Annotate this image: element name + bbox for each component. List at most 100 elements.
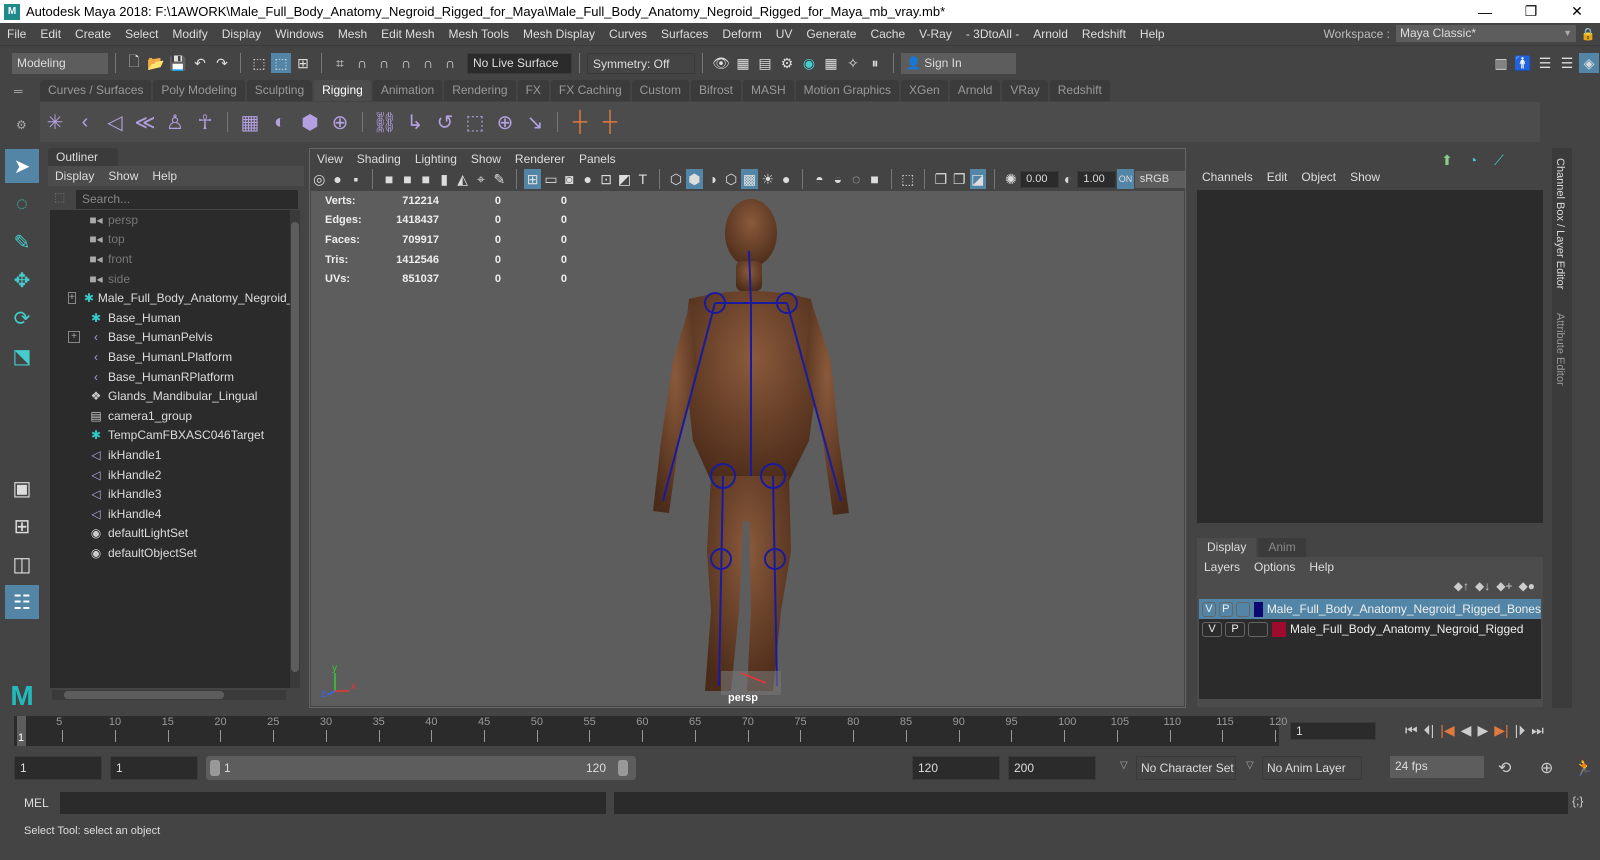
menu-arnold[interactable]: Arnold [1026,27,1075,41]
viewport-menu-panels[interactable]: Panels [572,152,623,166]
range-end-handle[interactable] [618,760,628,776]
display-type-toggle[interactable] [1248,621,1268,637]
play-backwards-icon[interactable]: ◀ [1461,722,1472,739]
hypershade-icon[interactable]: ◉ [799,53,819,73]
shelf-tab-rendering[interactable]: Rendering [444,80,516,101]
shelf-tab-poly-modeling[interactable]: Poly Modeling [153,80,245,101]
visibility-toggle[interactable]: V [1202,621,1222,637]
anti-aliasing-icon[interactable]: ◌ [848,169,864,189]
channel-menu-object[interactable]: Object [1294,170,1343,184]
render-setup-icon[interactable]: ▦ [821,53,841,73]
redo-icon[interactable]: ↷ [212,53,232,73]
outliner-item[interactable]: ❖ Glands_Mandibular_Lingual [50,386,290,406]
outliner-item[interactable]: ‹ Base_HumanLPlatform [50,347,290,367]
move-tool-icon[interactable]: ✥ [5,263,39,297]
go-to-start-icon[interactable]: ⏮ [1405,722,1418,739]
outliner-item[interactable]: ▤ camera1_group [50,406,290,426]
select-camera-icon[interactable]: ◎ [311,169,327,189]
ik-spline-icon[interactable]: ≪ [130,106,160,138]
playback-start-field[interactable]: 1 [110,756,198,780]
color-management-toggle-icon[interactable]: ON [1117,169,1134,189]
depth-of-field-icon[interactable]: ■ [866,169,882,189]
channel-box-area[interactable] [1197,190,1543,523]
viewport-menu-renderer[interactable]: Renderer [508,152,572,166]
channel-menu-channels[interactable]: Channels [1195,170,1260,184]
modeling-toolkit-icon[interactable]: ▥ [1491,53,1511,73]
step-forward-key-icon[interactable]: ▶| [1494,722,1508,739]
outliner-vertical-scrollbar[interactable] [290,210,300,688]
time-slider-bar[interactable]: 1 5 10 15 20 25 30 35 40 45 50 55 60 65 70 75 80 85 90 95 1… [14,716,1287,746]
menu-select[interactable]: Select [118,27,165,41]
snap-magnet-icon[interactable]: ∩ [440,53,460,73]
create-joints-icon[interactable]: ✳ [40,106,70,138]
shelf-tab-sculpting[interactable]: Sculpting [246,80,313,101]
snap-curve-icon[interactable]: ∩ [352,53,372,73]
bind-skin-icon[interactable]: ▦ [235,106,265,138]
menu-help[interactable]: Help [1133,27,1172,41]
expand-icon[interactable]: + [68,292,76,305]
select-component-icon[interactable]: ⊞ [293,53,313,73]
mel-label[interactable]: MEL [24,796,49,810]
menu-mesh-display[interactable]: Mesh Display [516,27,602,41]
select-tool-icon[interactable]: ➤ [5,149,39,183]
scale-tool-icon[interactable]: ⬔ [5,339,39,373]
viewport-menu-lighting[interactable]: Lighting [408,152,464,166]
loop-icon[interactable]: ⟲ [1498,758,1511,778]
playback-toggle[interactable]: P [1225,621,1245,637]
2d-pan-zoom-icon[interactable]: ⌖ [473,169,489,189]
viewport-menu-show[interactable]: Show [464,152,508,166]
channel-menu-show[interactable]: Show [1343,170,1387,184]
new-layer-selected-icon[interactable]: ◆● [1519,579,1535,593]
attribute-editor-toggle-icon[interactable]: ☰ [1535,53,1555,73]
render-frame-icon[interactable]: ▦ [733,53,753,73]
cluster-icon[interactable]: ⊕ [325,106,355,138]
anim-layer-arrow-icon[interactable]: ▽ [1246,760,1254,771]
animation-start-field[interactable]: 1 [14,756,102,780]
menu-mesh-tools[interactable]: Mesh Tools [442,27,516,41]
layer-tab-display[interactable]: Display [1197,538,1257,557]
graph-icon[interactable]: ⟋ [1489,150,1509,170]
render-view-icon[interactable]: 👁 [711,53,731,73]
tab-attribute-editor[interactable]: Attribute Editor [1554,313,1566,386]
display-type-toggle[interactable] [1235,601,1250,617]
ik-handle-tool-icon[interactable]: ◁ [100,106,130,138]
xray-joints-icon[interactable]: ◪ [969,169,986,189]
save-scene-icon[interactable]: 💾 [168,53,188,73]
playback-toggle[interactable]: P [1218,601,1233,617]
range-slider-bar[interactable]: 1 120 [206,756,636,780]
outliner-filter-icon[interactable]: ⬚ [54,190,65,204]
shelf-menu-icon[interactable]: ═ [14,84,23,98]
lock-camera-icon[interactable]: ■ [399,169,415,189]
menu-generate[interactable]: Generate [799,27,863,41]
snap-view-plane-icon[interactable]: ∩ [396,53,416,73]
camera-icon[interactable]: ■ [381,169,397,189]
shelf-tab-xgen[interactable]: XGen [901,80,948,101]
film-gate-icon[interactable]: ▭ [543,169,559,189]
pole-vector-icon[interactable]: ↘ [520,106,550,138]
rotate-tool-icon[interactable]: ⟳ [5,301,39,335]
menu-create[interactable]: Create [68,27,118,41]
outliner-item[interactable]: ✱ Base_Human [50,308,290,328]
outliner-item[interactable]: ‹ Base_HumanRPlatform [50,367,290,387]
shelf-tab-fx-caching[interactable]: FX Caching [550,80,630,101]
menu-edit-mesh[interactable]: Edit Mesh [374,27,441,41]
layer-color-swatch[interactable] [1272,621,1286,637]
shadows-icon[interactable]: ● [778,169,794,189]
shelf-tab-rigging[interactable]: Rigging [314,80,371,101]
insert-joint-icon[interactable]: ‹ [70,106,100,138]
layer-row[interactable]: V P Male_Full_Body_Anatomy_Negroid_Rigged_… [1199,599,1541,619]
wireframe-icon[interactable]: ⬡ [668,169,684,189]
menu-cache[interactable]: Cache [863,27,912,41]
isolate-select-icon[interactable]: ⬚ [900,169,916,189]
menu-v-ray[interactable]: V-Ray [912,27,959,41]
step-back-frame-icon[interactable]: ⏴| [1424,722,1435,739]
auto-key-icon[interactable]: ⊕ [1540,758,1553,778]
shelf-tab-motion-graphics[interactable]: Motion Graphics [795,80,900,101]
script-editor-icon[interactable]: {;} [1572,794,1583,808]
pause-viewport-icon[interactable]: ⏸ [865,53,885,73]
shelf-tab-curves-surfaces[interactable]: Curves / Surfaces [40,80,152,101]
menu-file[interactable]: File [0,27,33,41]
motion-blur-icon[interactable]: ◒ [830,169,846,189]
speed-icon[interactable]: ◔ [1463,150,1483,170]
open-scene-icon[interactable]: 📂 [146,53,166,73]
